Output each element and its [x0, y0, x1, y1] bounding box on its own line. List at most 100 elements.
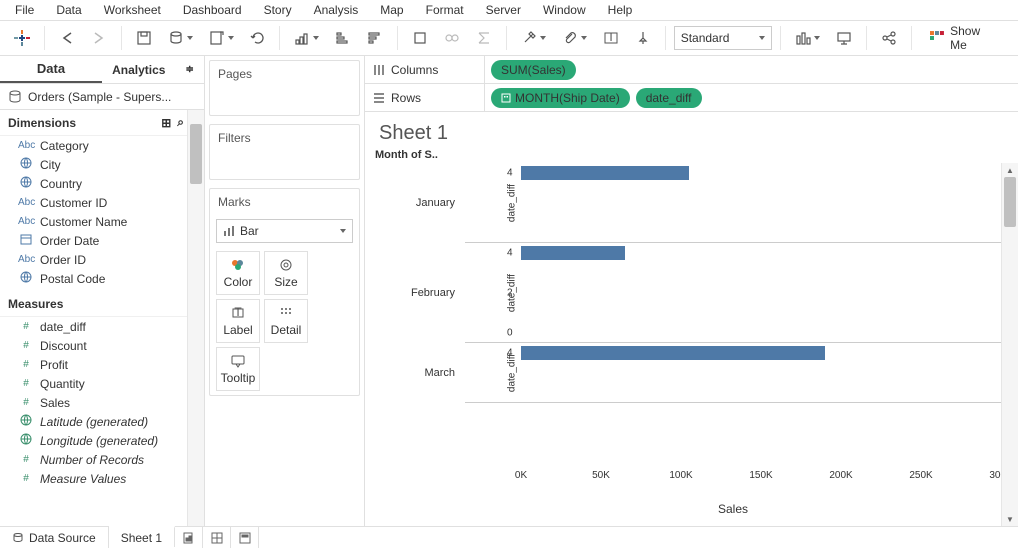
mark-label[interactable]: TLabel — [216, 299, 260, 343]
svg-text:T: T — [234, 305, 242, 319]
field-measure-values[interactable]: #Measure Values — [0, 469, 204, 488]
facet-label-march: March — [375, 367, 455, 379]
search-icon[interactable]: ⌕ — [177, 115, 184, 130]
dimensions-header: Dimensions ⊞⌕ — [0, 110, 204, 136]
field-profit[interactable]: #Profit — [0, 355, 204, 374]
filters-card[interactable]: Filters — [209, 124, 360, 180]
columns-shelf[interactable]: Columns SUM(Sales) — [365, 56, 1018, 84]
field-latitude-generated-[interactable]: Latitude (generated) — [0, 412, 204, 431]
menu-map[interactable]: Map — [369, 1, 414, 19]
menu-worksheet[interactable]: Worksheet — [93, 1, 172, 19]
swap-icon[interactable] — [288, 24, 325, 52]
new-datasource-icon[interactable] — [162, 24, 199, 52]
datasource-name: Orders (Sample - Supers... — [28, 90, 171, 104]
tab-analytics[interactable]: Analytics≑ — [102, 56, 204, 83]
row-header-label: Month of S.. — [365, 149, 1018, 163]
field-order-id[interactable]: AbcOrder ID — [0, 250, 204, 269]
field-postal-code[interactable]: Postal Code — [0, 269, 204, 288]
measures-header: Measures — [0, 291, 204, 317]
mark-tooltip[interactable]: Tooltip — [216, 347, 260, 391]
menu-format[interactable]: Format — [415, 1, 475, 19]
cards-column: Pages Filters Marks Bar ColorSizeTLabelD… — [205, 56, 365, 526]
pill-month-shipdate[interactable]: MONTH(Ship Date) — [491, 88, 630, 108]
bottom-tab-bar: Data Source Sheet 1 — [0, 526, 1018, 548]
sheet-title[interactable]: Sheet 1 — [365, 112, 1018, 149]
new-dashboard-button[interactable] — [203, 527, 231, 548]
toolbar: T Standard Show Me — [0, 20, 1018, 56]
tab-sheet-1[interactable]: Sheet 1 — [109, 526, 175, 547]
worksheet-area: Columns SUM(Sales) Rows MONTH(Ship Date)… — [365, 56, 1018, 526]
field-customer-id[interactable]: AbcCustomer ID — [0, 193, 204, 212]
menu-analysis[interactable]: Analysis — [303, 1, 370, 19]
datasource-row[interactable]: Orders (Sample - Supers... — [0, 84, 204, 110]
refresh-icon[interactable] — [244, 24, 272, 52]
mark-color[interactable]: Color — [216, 251, 260, 295]
totals-icon[interactable] — [470, 24, 498, 52]
sort-asc-icon[interactable] — [329, 24, 357, 52]
menu-dashboard[interactable]: Dashboard — [172, 1, 253, 19]
marks-card: Marks Bar ColorSizeTLabelDetailTooltip — [209, 188, 360, 396]
menu-window[interactable]: Window — [532, 1, 597, 19]
fit-dropdown[interactable]: Standard — [674, 26, 773, 50]
show-cards-icon[interactable] — [789, 24, 826, 52]
field-category[interactable]: AbcCategory — [0, 136, 204, 155]
bar[interactable] — [521, 346, 825, 360]
attach-icon[interactable] — [556, 24, 593, 52]
pill-date-diff[interactable]: date_diff — [636, 88, 702, 108]
field-city[interactable]: City — [0, 155, 204, 174]
visualization: Januarydate_diff4Februarydate_diff024Mar… — [365, 163, 1018, 526]
svg-text:T: T — [607, 30, 615, 44]
menu-data[interactable]: Data — [45, 1, 92, 19]
highlight2-icon[interactable] — [515, 24, 552, 52]
new-sheet-button[interactable] — [175, 527, 203, 548]
back-icon[interactable] — [53, 24, 81, 52]
field-number-of-records[interactable]: #Number of Records — [0, 450, 204, 469]
tab-datasource[interactable]: Data Source — [0, 527, 109, 548]
x-axis: 0K50K100K150K200K250K300K350K — [521, 466, 1001, 496]
menu-help[interactable]: Help — [597, 1, 644, 19]
view-icon[interactable]: ⊞ — [161, 116, 171, 130]
field-customer-name[interactable]: AbcCustomer Name — [0, 212, 204, 231]
new-story-button[interactable] — [231, 527, 259, 548]
mark-detail[interactable]: Detail — [264, 299, 308, 343]
bar[interactable] — [521, 246, 625, 260]
field-country[interactable]: Country — [0, 174, 204, 193]
save-icon[interactable] — [130, 24, 158, 52]
menu-file[interactable]: File — [4, 1, 45, 19]
x-axis-label: Sales — [465, 502, 1001, 516]
group-icon[interactable] — [438, 24, 466, 52]
menu-bar: FileDataWorksheetDashboardStoryAnalysisM… — [0, 0, 1018, 20]
field-discount[interactable]: #Discount — [0, 336, 204, 355]
menu-story[interactable]: Story — [253, 1, 303, 19]
tab-data[interactable]: Data — [0, 56, 102, 83]
menu-server[interactable]: Server — [475, 1, 532, 19]
new-worksheet-icon[interactable] — [203, 24, 240, 52]
field-quantity[interactable]: #Quantity — [0, 374, 204, 393]
pages-card[interactable]: Pages — [209, 60, 360, 116]
chart-scrollbar[interactable]: ▲▼ — [1001, 163, 1018, 526]
field-longitude-generated-[interactable]: Longitude (generated) — [0, 431, 204, 450]
fit-dropdown-label: Standard — [681, 31, 730, 45]
mark-type-dropdown[interactable]: Bar — [216, 219, 353, 243]
field-sales[interactable]: #Sales — [0, 393, 204, 412]
text-label-icon[interactable]: T — [597, 24, 625, 52]
pin-icon[interactable] — [629, 24, 657, 52]
highlight-icon[interactable] — [406, 24, 434, 52]
show-me-button[interactable]: Show Me — [920, 24, 1010, 52]
share-icon[interactable] — [875, 24, 903, 52]
facet-label-february: February — [375, 287, 455, 299]
field-order-date[interactable]: Order Date — [0, 231, 204, 250]
facet-label-january: January — [375, 197, 455, 209]
pill-sum-sales[interactable]: SUM(Sales) — [491, 60, 576, 80]
forward-icon[interactable] — [85, 24, 113, 52]
show-me-label: Show Me — [950, 24, 1000, 52]
rows-shelf[interactable]: Rows MONTH(Ship Date) date_diff — [365, 84, 1018, 112]
presentation-icon[interactable] — [830, 24, 858, 52]
bar[interactable] — [521, 166, 689, 180]
chart-canvas[interactable]: Januarydate_diff4Februarydate_diff024Mar… — [465, 163, 1018, 526]
sort-desc-icon[interactable] — [361, 24, 389, 52]
mark-size[interactable]: Size — [264, 251, 308, 295]
field-date_diff[interactable]: #date_diff — [0, 317, 204, 336]
tableau-logo-icon[interactable] — [8, 24, 36, 52]
data-pane-scrollbar[interactable] — [187, 110, 204, 526]
